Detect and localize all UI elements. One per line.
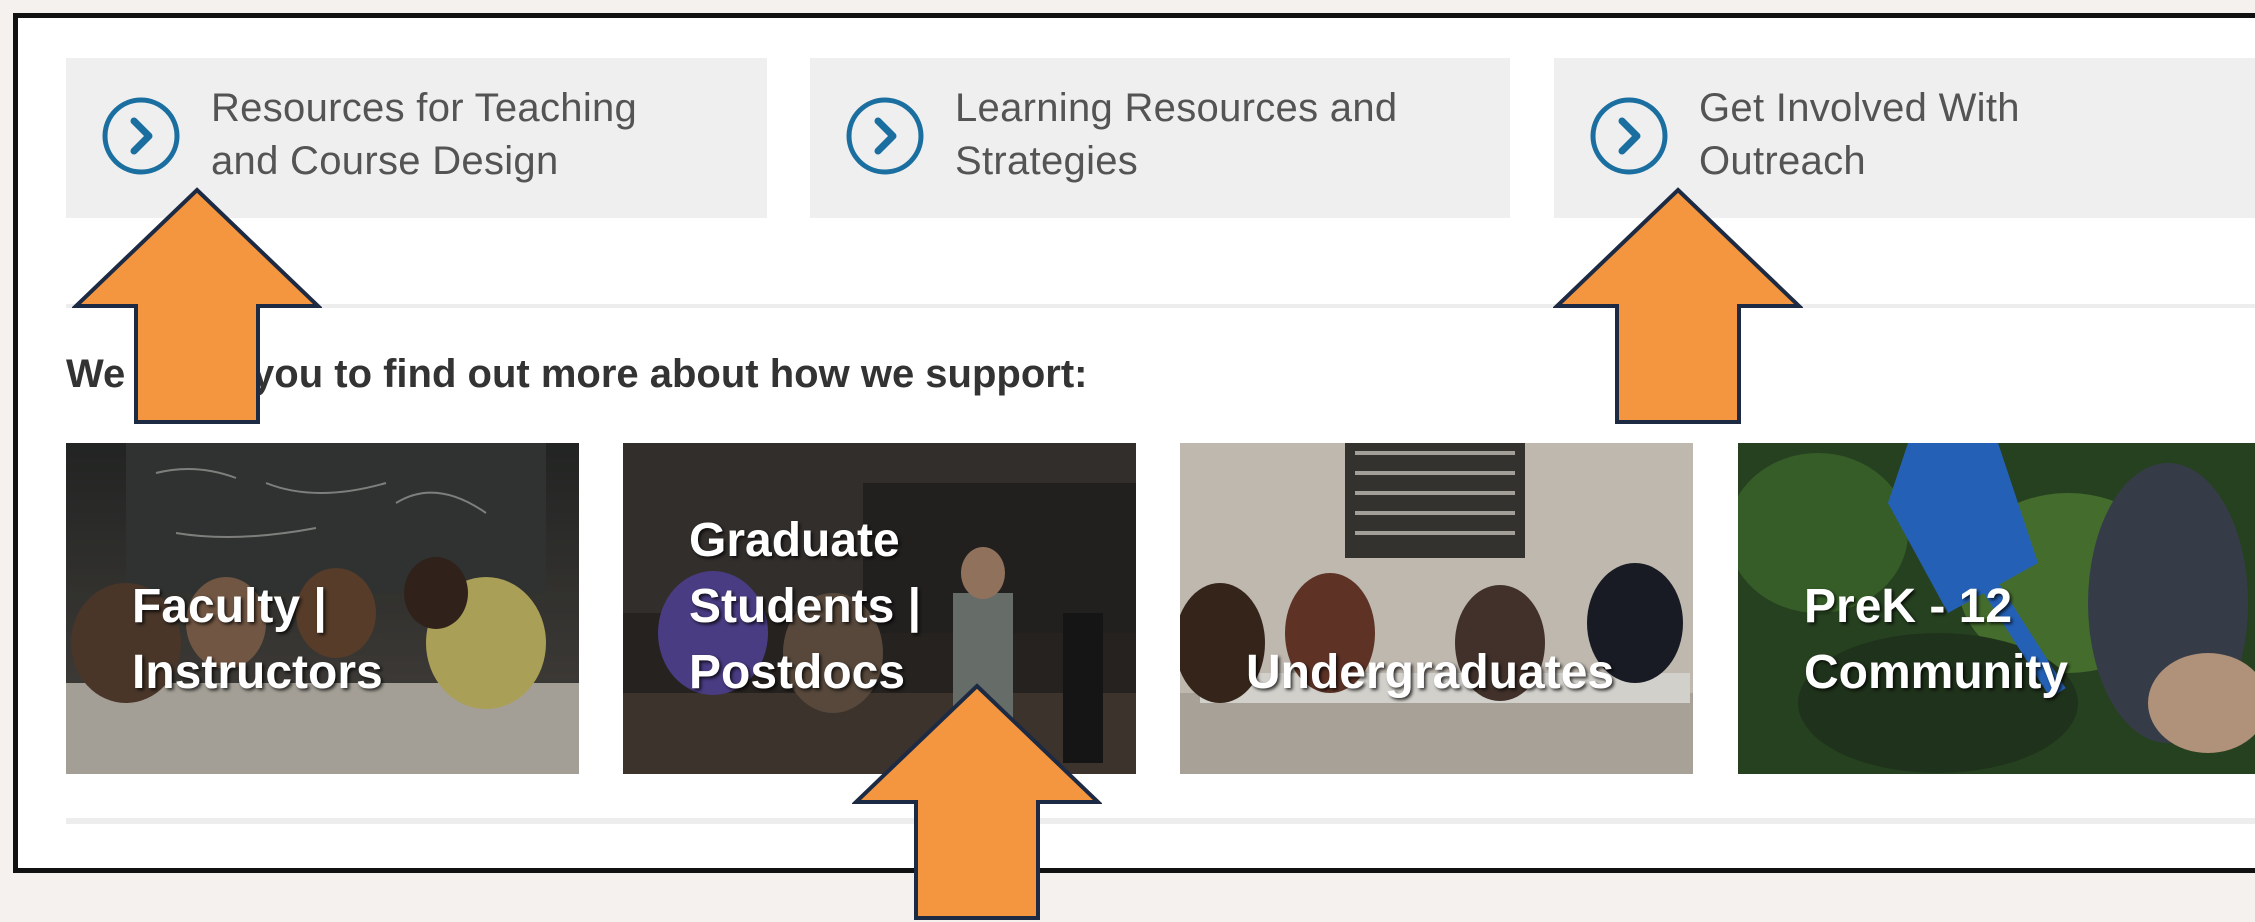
- chevron-right-circle-icon: [102, 97, 180, 175]
- up-arrow-icon: [72, 187, 322, 424]
- chevron-right-circle-icon: [846, 97, 924, 175]
- up-arrow-icon: [852, 683, 1102, 920]
- audience-tile-label: Faculty | Instructors: [132, 580, 383, 699]
- resource-card-learning[interactable]: Learning Resources and Strategies: [810, 58, 1510, 218]
- resource-card-label: Learning Resources and Strategies: [955, 86, 1398, 183]
- audience-tile-label: Undergraduates: [1246, 646, 1615, 699]
- audience-tile-faculty[interactable]: Faculty | Instructors: [66, 443, 579, 774]
- classroom-photo: [1180, 443, 1693, 774]
- audience-tile-prek12[interactable]: PreK - 12 Community: [1738, 443, 2255, 774]
- section-divider: [66, 304, 2255, 308]
- resource-card-label: Get Involved With Outreach: [1699, 86, 2020, 183]
- audience-tile-label: PreK - 12 Community: [1804, 580, 2068, 699]
- bottom-divider: [66, 818, 2255, 824]
- resource-card-label: Resources for Teaching and Course Design: [211, 86, 638, 183]
- audience-tile-label: Graduate Students | Postdocs: [689, 514, 922, 699]
- up-arrow-icon: [1553, 187, 1803, 424]
- audience-tile-undergraduates[interactable]: Undergraduates: [1180, 443, 1693, 774]
- chevron-right-circle-icon: [1590, 97, 1668, 175]
- intro-rest: you to find out more about how we suppor…: [252, 352, 1088, 396]
